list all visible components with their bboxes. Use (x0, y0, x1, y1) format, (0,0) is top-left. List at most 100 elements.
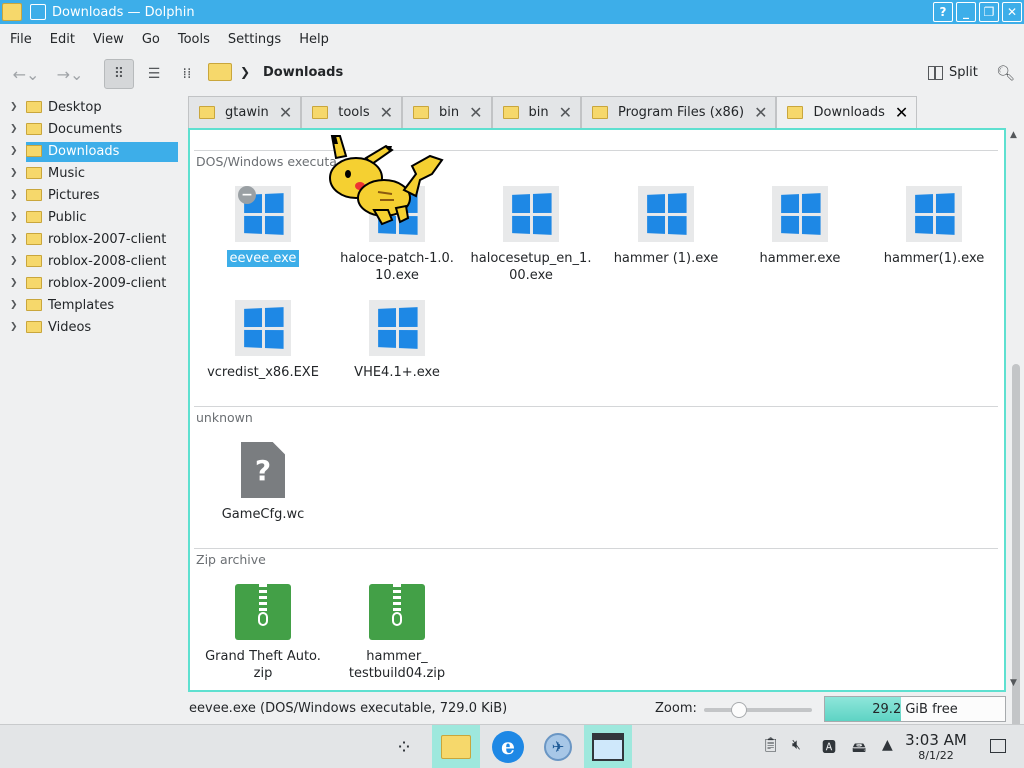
place-roblox-2008-client[interactable]: ❯ roblox-2008-client (0, 250, 184, 272)
breadcrumb-folder-icon[interactable] (208, 63, 232, 81)
task-dolphin[interactable] (432, 725, 480, 768)
tab-bin-2[interactable]: bin ✕ (491, 96, 582, 128)
chevron-right-icon[interactable]: ❯ (10, 190, 26, 200)
minimize-button[interactable]: _ (956, 2, 976, 22)
file-item[interactable]: eevee.exe − (198, 186, 328, 267)
place-roblox-2009-client[interactable]: ❯ roblox-2009-client (0, 272, 184, 294)
chevron-right-icon[interactable]: ❯ (10, 102, 26, 112)
place-roblox-2007-client[interactable]: ❯ roblox-2007-client (0, 228, 184, 250)
task-window[interactable] (584, 725, 632, 768)
back-button[interactable]: ←⌄ (8, 60, 44, 88)
close-tab-icon[interactable]: ✕ (754, 103, 767, 122)
restore-button[interactable]: ❐ (979, 2, 999, 22)
zoom-slider[interactable] (704, 702, 812, 718)
app-icon: ✈ (544, 733, 572, 761)
details-view-button[interactable]: ⁞⁞ (172, 59, 202, 89)
chevron-right-icon[interactable]: ❯ (10, 256, 26, 266)
window-menu-icon[interactable] (30, 4, 46, 20)
menu-file[interactable]: File (0, 32, 41, 47)
menu-tools[interactable]: Tools (169, 32, 219, 47)
file-item[interactable]: Grand Theft Auto. zip (198, 584, 328, 682)
split-button[interactable]: Split (928, 65, 978, 80)
file-item[interactable]: VHE4.1+.exe (332, 300, 462, 381)
file-item[interactable]: hammer(1).exe (869, 186, 999, 267)
folder-icon (502, 106, 519, 119)
free-space-label: 29.2 GiB free (872, 702, 958, 717)
close-tab-icon[interactable]: ✕ (469, 103, 482, 122)
close-tab-icon[interactable]: ✕ (559, 103, 572, 122)
zoom-slider-handle[interactable] (731, 702, 747, 718)
chevron-right-icon[interactable]: ❯ (10, 124, 26, 134)
show-hidden-icons-icon[interactable]: ▲ (882, 737, 893, 753)
downloads-folder-icon (26, 145, 42, 157)
deselect-icon[interactable]: − (238, 186, 256, 204)
file-item[interactable]: vcredist_x86.EXE (198, 300, 328, 381)
breadcrumb-current[interactable]: Downloads (263, 65, 343, 80)
place-label: Pictures (48, 187, 100, 203)
close-tab-icon[interactable]: ✕ (279, 103, 292, 122)
close-button[interactable]: ✕ (1002, 2, 1022, 22)
clipboard-icon[interactable]: 📋︎ (762, 737, 780, 753)
menu-settings[interactable]: Settings (219, 32, 290, 47)
places-panel: ❯ Desktop ❯ Documents ❯ Downloads ❯ Music ❯ P… (0, 96, 184, 696)
place-downloads[interactable]: ❯ Downloads (0, 140, 184, 162)
tab-bar: gtawin ✕ tools ✕ bin ✕ bin ✕ Program Files (… (188, 96, 918, 128)
windows-exe-icon (906, 186, 962, 242)
place-pictures[interactable]: ❯ Pictures (0, 184, 184, 206)
place-documents[interactable]: ❯ Documents (0, 118, 184, 140)
tab-tools[interactable]: tools ✕ (301, 96, 403, 128)
launcher-icon: ⁘ (395, 735, 413, 759)
tab-downloads[interactable]: Downloads ✕ (776, 96, 918, 128)
place-videos[interactable]: ❯ Videos (0, 316, 184, 338)
file-item[interactable]: halocesetup_en_1. 00.exe (466, 186, 596, 284)
chevron-right-icon[interactable]: ❯ (10, 146, 26, 156)
show-desktop-icon[interactable] (990, 739, 1006, 753)
icons-view-button[interactable]: ⠿ (104, 59, 134, 89)
place-desktop[interactable]: ❯ Desktop (0, 96, 184, 118)
keyboard-layout-icon[interactable]: 🅰︎ (822, 737, 836, 757)
chevron-right-icon[interactable]: ❯ (10, 212, 26, 222)
close-tab-icon[interactable]: ✕ (895, 103, 908, 122)
file-item[interactable]: hammer (1).exe (601, 186, 731, 267)
details-icon: ⁞⁞ (182, 66, 192, 82)
chevron-right-icon[interactable]: ❯ (10, 234, 26, 244)
place-music[interactable]: ❯ Music (0, 162, 184, 184)
compact-view-button[interactable]: ☰ (139, 59, 169, 89)
menu-view[interactable]: View (84, 32, 133, 47)
file-item[interactable]: ? GameCfg.wc (198, 442, 328, 523)
scroll-down-icon[interactable]: ▼ (1010, 678, 1017, 688)
chevron-right-icon[interactable]: ❯ (10, 168, 26, 178)
file-view[interactable]: DOS/Windows executa eevee.exe − haloce-p… (188, 128, 1006, 692)
tab-bin-1[interactable]: bin ✕ (402, 96, 492, 128)
place-public[interactable]: ❯ Public (0, 206, 184, 228)
free-space-indicator[interactable]: 29.2 GiB free (824, 696, 1006, 722)
file-item[interactable]: hammer.exe (735, 186, 865, 267)
search-icon[interactable]: 🔍︎ (996, 64, 1015, 82)
device-notifier-icon[interactable]: 🖴︎ (852, 737, 866, 761)
digital-clock[interactable]: 3:03 AM 8/1/22 (900, 731, 972, 763)
windows-exe-icon (503, 186, 559, 242)
chevron-right-icon[interactable]: ❯ (10, 278, 26, 288)
forward-button[interactable]: →⌄ (52, 60, 88, 88)
task-app[interactable]: ✈ (534, 725, 582, 768)
place-templates[interactable]: ❯ Templates (0, 294, 184, 316)
close-tab-icon[interactable]: ✕ (380, 103, 393, 122)
chevron-right-icon[interactable]: ❯ (10, 300, 26, 310)
tab-gtawin[interactable]: gtawin ✕ (188, 96, 302, 128)
volume-muted-icon[interactable]: 🔇︎ (792, 737, 801, 753)
file-item[interactable]: hammer_ testbuild04.zip (332, 584, 462, 682)
task-internet-explorer[interactable]: e (484, 725, 532, 768)
folder-icon (441, 735, 471, 759)
menu-help[interactable]: Help (290, 32, 338, 47)
scroll-up-icon[interactable]: ▲ (1010, 130, 1017, 140)
application-launcher[interactable]: ⁘ (380, 725, 428, 768)
menu-go[interactable]: Go (133, 32, 169, 47)
vertical-scrollbar[interactable]: ▲ ▼ (1008, 128, 1022, 768)
tab-label: Program Files (x86) (618, 105, 745, 120)
title-bar[interactable]: Downloads — Dolphin ? _ ❐ ✕ (0, 0, 1024, 24)
menu-edit[interactable]: Edit (41, 32, 84, 47)
chevron-right-icon[interactable]: ❯ (240, 65, 250, 79)
help-button[interactable]: ? (933, 2, 953, 22)
chevron-right-icon[interactable]: ❯ (10, 322, 26, 332)
tab-program-files-x86[interactable]: Program Files (x86) ✕ (581, 96, 777, 128)
